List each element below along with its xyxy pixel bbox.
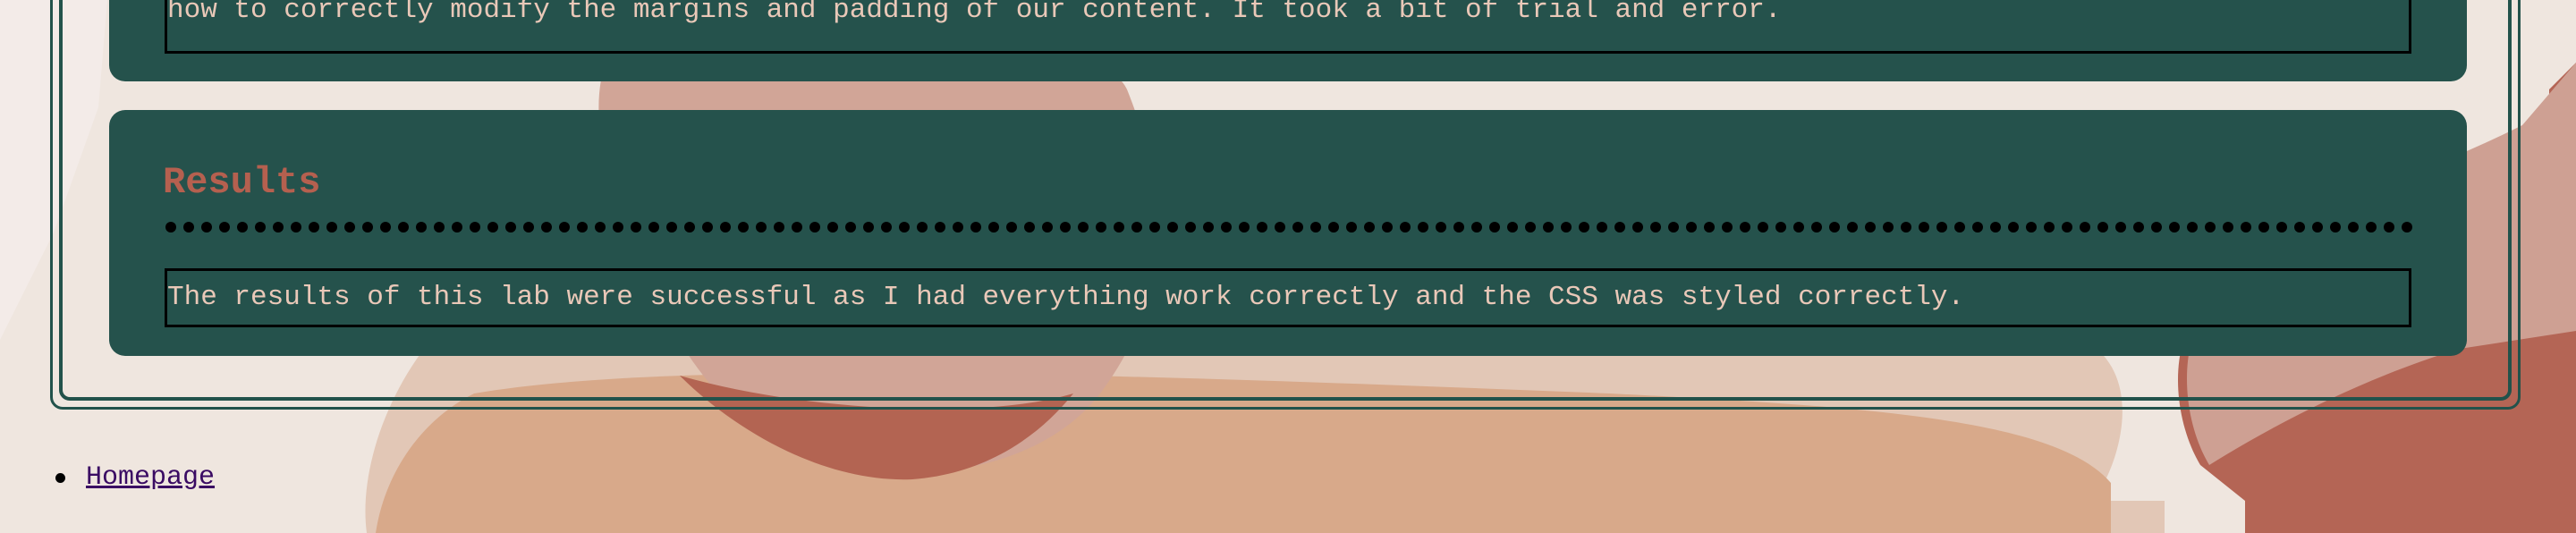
footer-nav-list: Homepage <box>50 460 215 495</box>
homepage-link[interactable]: Homepage <box>86 462 215 493</box>
dotted-divider <box>165 221 2413 233</box>
previous-section-card: how to correctly modify the margins and … <box>109 0 2467 81</box>
list-item: Homepage <box>50 460 215 495</box>
results-text: The results of this lab were successful … <box>165 268 2411 327</box>
bullet-icon <box>55 473 65 483</box>
results-heading: Results <box>163 161 321 204</box>
results-card: Results The results of this lab were suc… <box>109 110 2467 356</box>
previous-section-text: how to correctly modify the margins and … <box>165 0 2411 54</box>
